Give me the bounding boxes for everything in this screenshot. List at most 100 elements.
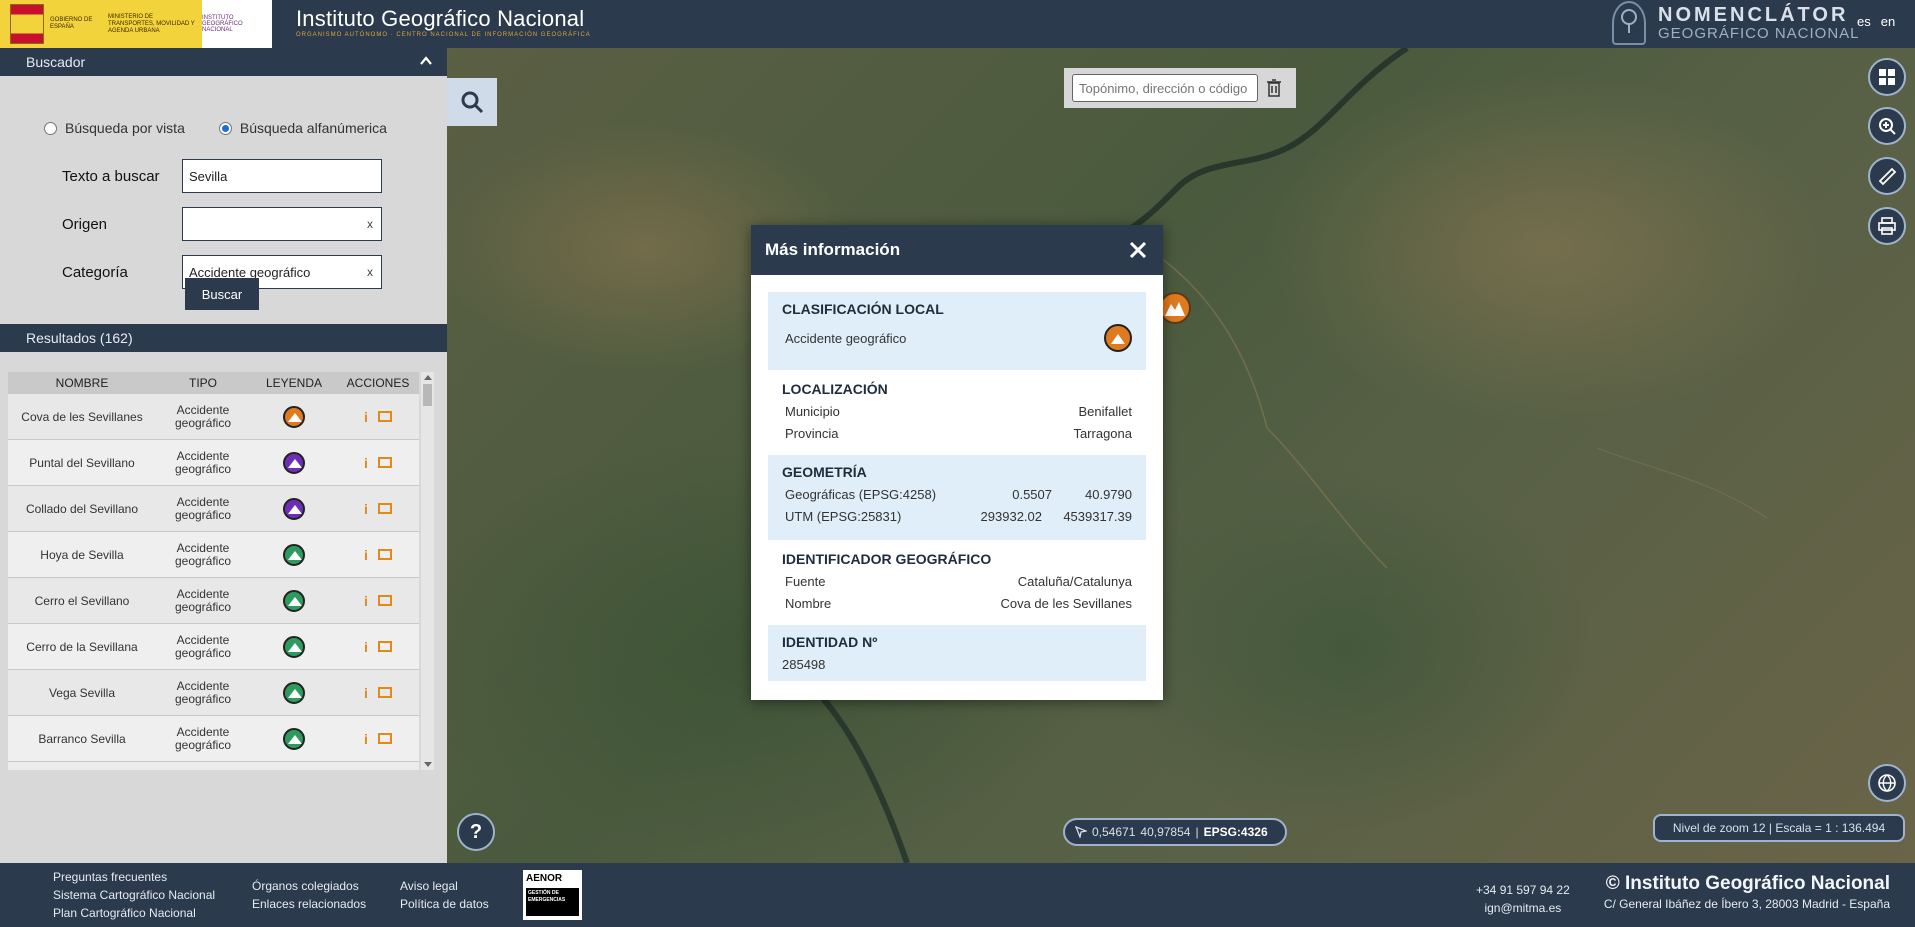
- info-icon[interactable]: i: [364, 547, 368, 563]
- results-scrollbar[interactable]: [421, 372, 434, 770]
- map-icon[interactable]: [377, 595, 392, 606]
- mountain-legend-icon: [283, 589, 305, 612]
- col-leyenda: LEYENDA: [265, 376, 323, 390]
- projection-button[interactable]: [1868, 764, 1906, 802]
- nombre-value: Cova de les Sevillanes: [1000, 595, 1132, 611]
- row-tipo: Accidente geográfico: [156, 541, 250, 568]
- info-icon[interactable]: i: [364, 455, 368, 471]
- scroll-thumb[interactable]: [423, 384, 432, 406]
- scroll-up-icon[interactable]: [424, 375, 432, 380]
- texto-input[interactable]: Sevilla: [182, 159, 382, 193]
- buscar-button[interactable]: Buscar: [185, 278, 259, 310]
- geo-row: Geográficas (EPSG:4258) 0.5507 40.9790: [782, 483, 1132, 505]
- row-tipo-2: geográfico: [174, 415, 232, 430]
- col-nombre[interactable]: NOMBRE: [8, 376, 156, 390]
- radio-busqueda-alfanumerica[interactable]: Búsqueda alfanúmerica: [218, 120, 387, 136]
- clasificacion-section: CLASIFICACIÓN LOCAL Accidente geográfico: [768, 292, 1146, 370]
- dialog-title: Más información: [765, 240, 901, 259]
- search-panel-header[interactable]: Buscador: [0, 48, 447, 76]
- footer-phone: +34 91 597 94 22: [1476, 883, 1570, 897]
- print-button[interactable]: [1868, 207, 1906, 245]
- copyright-text: © Instituto Geográfico Nacional: [1605, 873, 1890, 894]
- link-organos[interactable]: Órganos colegiados: [252, 877, 366, 895]
- map-icon[interactable]: [377, 687, 392, 698]
- mountain-legend-icon: [283, 727, 305, 750]
- radio-vista-indicator[interactable]: [44, 121, 57, 135]
- coord-y: 40,97854: [1140, 825, 1191, 839]
- row-tipo: Accidente geográfico: [156, 403, 250, 430]
- row-tipo-2: geográfico: [174, 507, 232, 522]
- row-nombre: Collado del Sevillano: [25, 501, 139, 516]
- utm-x: 293932.02: [980, 508, 1042, 524]
- table-row[interactable]: Cerro de la Sevillana Accidente geográfico…: [8, 624, 419, 670]
- row-acciones: i: [338, 593, 418, 609]
- map-view[interactable]: [447, 48, 1915, 863]
- table-row[interactable]: Vega Sevilla Accidente geográfico i: [8, 670, 419, 716]
- help-button[interactable]: ?: [457, 813, 495, 851]
- utm-values: 293932.02 4539317.39: [972, 509, 1132, 524]
- info-icon[interactable]: i: [364, 593, 368, 609]
- footer: Preguntas frecuentes Sistema Cartográfic…: [0, 863, 1915, 927]
- link-politica[interactable]: Política de datos: [400, 895, 489, 913]
- table-row[interactable]: Barranco Sevilla Accidente geográfico i: [8, 716, 419, 762]
- info-icon[interactable]: i: [364, 639, 368, 655]
- col-tipo[interactable]: TIPO: [156, 376, 250, 390]
- map-icon[interactable]: [377, 411, 392, 422]
- map-icon[interactable]: [377, 457, 392, 468]
- localizacion-title: LOCALIZACIÓN: [782, 381, 888, 397]
- municipio-row: Municipio Benifallet: [782, 400, 1132, 422]
- info-icon[interactable]: i: [364, 501, 368, 517]
- footer-col-2: Órganos colegiados Enlaces relacionados: [252, 877, 366, 913]
- trash-icon[interactable]: [1266, 78, 1282, 98]
- close-icon[interactable]: [1125, 237, 1151, 263]
- lang-es[interactable]: es: [1857, 14, 1871, 29]
- link-enlaces[interactable]: Enlaces relacionados: [252, 895, 366, 913]
- radio-alfa-indicator[interactable]: [218, 121, 232, 135]
- texto-label: Texto a buscar: [62, 167, 160, 185]
- link-faq[interactable]: Preguntas frecuentes: [53, 868, 215, 886]
- footer-email[interactable]: ign@mitma.es: [1476, 899, 1570, 917]
- zoom-button[interactable]: [1868, 107, 1906, 145]
- origen-clear-button[interactable]: x: [367, 217, 373, 231]
- map-icon[interactable]: [377, 549, 392, 560]
- categoria-label: Categoría: [62, 263, 128, 281]
- measure-button[interactable]: [1868, 157, 1906, 195]
- map-icon[interactable]: [377, 641, 392, 652]
- table-row[interactable]: Collado del Sevillano Accidente geográfico…: [8, 486, 419, 532]
- table-row[interactable]: Cerro el Sevillano Accidente geográfico i: [8, 578, 419, 624]
- table-row[interactable]: Puntal del Sevillano Accidente geográfico i: [8, 440, 419, 486]
- app-logo[interactable]: NOMENCLÁTOR GEOGRÁFICO NACIONAL: [1612, 1, 1860, 45]
- map-marker-icon[interactable]: [1159, 292, 1191, 324]
- zoom-scale-readout: Nivel de zoom 12 | Escala = 1 : 136.494: [1653, 814, 1905, 842]
- link-aviso[interactable]: Aviso legal: [400, 877, 489, 895]
- fuente-label: Fuente: [785, 573, 826, 589]
- government-logos[interactable]: GOBIERNO DE ESPAÑA MINISTERIO DE TRANSPO…: [0, 0, 272, 48]
- link-plan[interactable]: Plan Cartográfico Nacional: [53, 904, 215, 922]
- footer-col-1: Preguntas frecuentes Sistema Cartográfic…: [53, 868, 215, 922]
- coord-epsg[interactable]: EPSG:4326: [1204, 825, 1268, 839]
- origen-select[interactable]: x: [182, 207, 382, 241]
- lang-en[interactable]: en: [1881, 14, 1895, 29]
- info-icon[interactable]: i: [364, 409, 368, 425]
- language-switch: es en: [1857, 14, 1895, 29]
- chevron-up-icon[interactable]: [419, 54, 433, 68]
- categoria-clear-button[interactable]: x: [367, 265, 373, 279]
- row-tipo: Accidente geográfico: [156, 633, 250, 660]
- ign-small-logo: INSTITUTO GEOGRÁFICO NACIONAL: [202, 0, 272, 48]
- row-tipo: Accidente geográfico: [156, 449, 250, 476]
- link-sistema[interactable]: Sistema Cartográfico Nacional: [53, 886, 215, 904]
- map-icon[interactable]: [377, 733, 392, 744]
- info-icon[interactable]: i: [364, 731, 368, 747]
- toponym-search-input[interactable]: [1072, 74, 1258, 102]
- map-icon[interactable]: [377, 503, 392, 514]
- map-search-toggle-button[interactable]: [447, 78, 497, 126]
- table-row[interactable]: Cova de les Sevillanes Accidente geográfic…: [8, 394, 419, 440]
- table-row[interactable]: Hoya de Sevilla Accidente geográfico i: [8, 532, 419, 578]
- radio-busqueda-vista[interactable]: Búsqueda por vista: [44, 120, 185, 136]
- layers-button[interactable]: [1868, 58, 1906, 96]
- mountain-legend-icon: [283, 635, 305, 658]
- aenor-sub: GESTIÓN DE EMERGENCIAS: [526, 888, 579, 916]
- scroll-down-icon[interactable]: [424, 762, 432, 767]
- info-icon[interactable]: i: [364, 685, 368, 701]
- ign-brand[interactable]: Instituto Geográfico Nacional ORGANISMO …: [296, 6, 591, 38]
